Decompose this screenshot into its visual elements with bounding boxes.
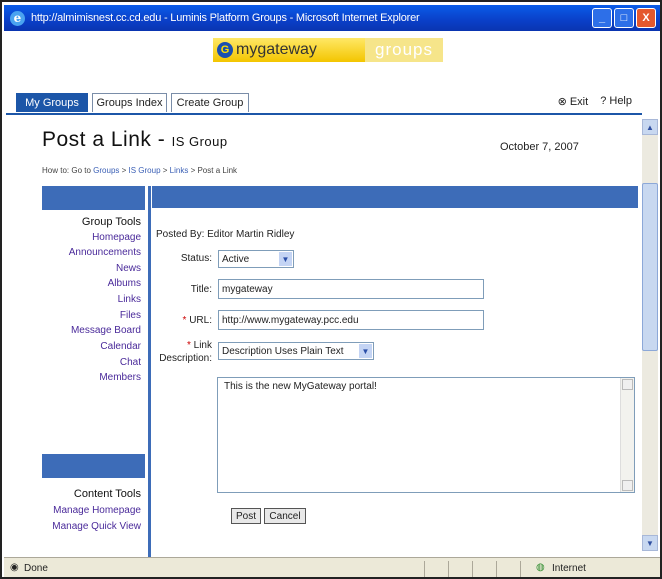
nav-header-bar xyxy=(42,186,145,210)
description-format-value: Description Uses Plain Text xyxy=(222,345,344,357)
url-label-text: URL: xyxy=(189,315,212,326)
left-nav: Group Tools Homepage Announcements News … xyxy=(42,186,145,562)
post-button[interactable]: Post xyxy=(231,508,261,524)
ie-icon: e xyxy=(10,10,25,26)
tab-create-group[interactable]: Create Group xyxy=(171,93,249,112)
top-links: ⊗ Exit ? Help xyxy=(558,95,632,108)
scroll-down-icon[interactable]: ▼ xyxy=(642,535,658,551)
page-group-name: IS Group xyxy=(171,134,228,149)
page-done-icon: ◉ xyxy=(10,562,19,573)
scrollbar-thumb[interactable] xyxy=(642,183,658,351)
content-tools-title: Content Tools xyxy=(73,488,141,500)
breadcrumb-prefix: How to: Go to xyxy=(42,166,91,175)
nav-link-links[interactable]: Links xyxy=(118,294,141,305)
close-button[interactable]: X xyxy=(636,8,656,28)
current-date: October 7, 2007 xyxy=(500,141,579,153)
logo-mark-icon: G xyxy=(217,42,233,58)
status-bar: ◉ Done ◍ Internet xyxy=(4,557,660,577)
title-separator: - xyxy=(151,128,172,151)
nav-link-homepage[interactable]: Homepage xyxy=(92,232,141,243)
nav-link-files[interactable]: Files xyxy=(120,310,141,321)
status-select[interactable]: Active ▼ xyxy=(218,250,294,268)
tab-my-groups[interactable]: My Groups xyxy=(16,93,88,112)
title-input[interactable]: mygateway xyxy=(218,279,484,299)
window-titlebar: e http://almimisnest.cc.cd.edu - Luminis… xyxy=(4,5,660,31)
nav-link-manage-homepage[interactable]: Manage Homepage xyxy=(53,505,141,516)
description-textarea[interactable]: This is the new MyGateway portal! xyxy=(217,377,635,493)
content-header-bar xyxy=(152,186,638,208)
breadcrumb-link[interactable]: Groups xyxy=(93,166,119,175)
posted-by-value: Editor Martin Ridley xyxy=(207,229,295,240)
scroll-down-icon[interactable] xyxy=(622,480,633,491)
window-title: http://almimisnest.cc.cd.edu - Luminis P… xyxy=(31,12,420,24)
description-format-select[interactable]: Description Uses Plain Text ▼ xyxy=(218,342,374,360)
logo-groups-text: groups xyxy=(365,38,443,62)
status-cell xyxy=(472,561,473,577)
status-label: Status: xyxy=(180,253,212,264)
required-marker: * xyxy=(186,340,194,351)
textarea-scrollbar[interactable] xyxy=(620,378,634,492)
url-label: * URL: xyxy=(183,315,212,326)
posted-by-label: Posted By: Editor Martin Ridley xyxy=(156,229,294,240)
browser-window: e http://almimisnest.cc.cd.edu - Luminis… xyxy=(0,0,662,579)
status-cell xyxy=(496,561,497,577)
url-input[interactable]: http://www.mygateway.pcc.edu xyxy=(218,310,484,330)
nav-header-bar xyxy=(42,454,145,478)
logo-main-text: mygateway xyxy=(236,41,317,58)
description-text: This is the new MyGateway portal! xyxy=(224,381,377,392)
exit-link-label: Exit xyxy=(569,96,589,108)
mygateway-groups-logo[interactable]: G mygateway groups xyxy=(213,38,443,62)
description-label: Description: xyxy=(159,353,212,364)
status-cell xyxy=(424,561,425,577)
nav-link-calendar[interactable]: Calendar xyxy=(100,341,141,352)
chevron-down-icon: ▼ xyxy=(279,252,292,266)
tab-groups-index[interactable]: Groups Index xyxy=(92,93,167,112)
site-banner: G mygateway groups xyxy=(6,34,642,64)
nav-link-manage-quick-view[interactable]: Manage Quick View xyxy=(52,521,141,532)
nav-link-message-board[interactable]: Message Board xyxy=(71,325,141,336)
posted-by-label-text: Posted By: xyxy=(156,229,205,240)
minimize-button[interactable]: _ xyxy=(592,8,612,28)
status-text: Done xyxy=(24,563,48,574)
nav-link-news[interactable]: News xyxy=(116,263,141,274)
status-select-value: Active xyxy=(222,253,250,265)
nav-link-albums[interactable]: Albums xyxy=(108,278,141,289)
nav-divider xyxy=(148,186,151,562)
cancel-button[interactable]: Cancel xyxy=(264,508,306,524)
page-title: Post a Link - IS Group xyxy=(42,128,228,152)
breadcrumb: How to: Go to Groups > IS Group > Links … xyxy=(42,166,238,175)
tab-bar: My Groups Groups Index Create Group ⊗ Ex… xyxy=(6,91,642,115)
help-link[interactable]: ? Help xyxy=(600,95,632,108)
nav-link-announcements[interactable]: Announcements xyxy=(69,247,141,258)
breadcrumb-current: Post a Link xyxy=(197,166,238,175)
link-label-text: Link xyxy=(193,340,212,351)
scroll-up-icon[interactable]: ▲ xyxy=(642,119,658,135)
chevron-down-icon: ▼ xyxy=(359,344,372,358)
exit-link[interactable]: ⊗ Exit xyxy=(558,95,589,108)
group-tools-title: Group Tools xyxy=(81,216,141,228)
help-link-label: Help xyxy=(609,95,632,107)
title-label: Title: xyxy=(190,284,212,295)
status-cell xyxy=(448,561,449,577)
status-cell xyxy=(520,561,521,577)
breadcrumb-link[interactable]: Links xyxy=(170,166,189,175)
nav-link-chat[interactable]: Chat xyxy=(120,357,141,368)
zone-text: Internet xyxy=(552,563,586,574)
maximize-button[interactable]: □ xyxy=(614,8,634,28)
page-title-text: Post a Link xyxy=(42,128,152,151)
link-label: * Link xyxy=(187,340,212,351)
page-scrollbar[interactable]: ▲ ▼ xyxy=(642,119,658,551)
internet-zone-icon: ◍ xyxy=(536,562,545,573)
scroll-up-icon[interactable] xyxy=(622,379,633,390)
nav-link-members[interactable]: Members xyxy=(99,372,141,383)
breadcrumb-link[interactable]: IS Group xyxy=(129,166,161,175)
